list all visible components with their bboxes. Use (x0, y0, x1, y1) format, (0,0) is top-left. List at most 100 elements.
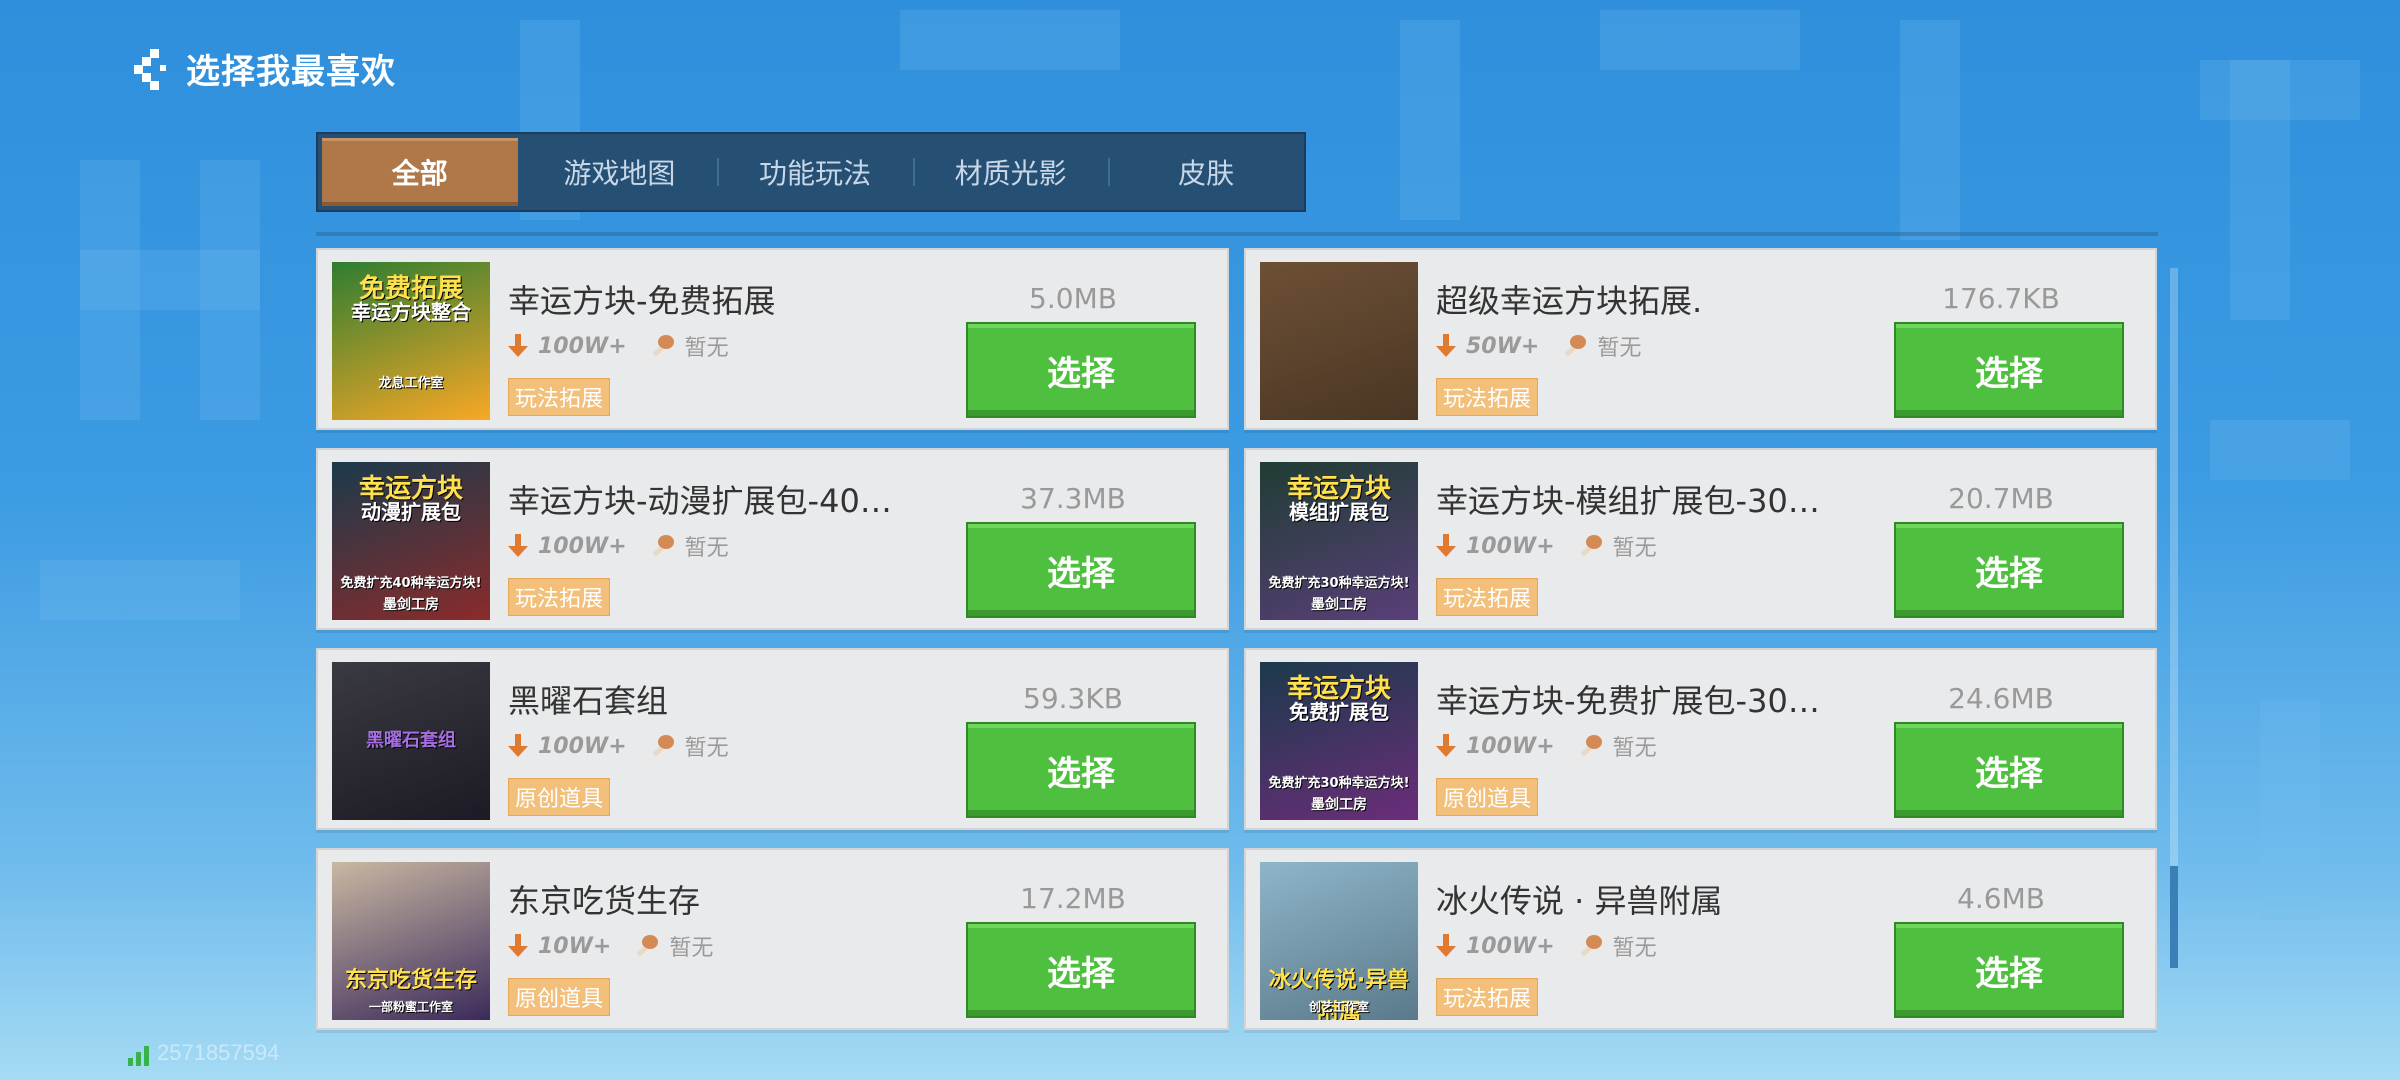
download-count: 50W+ (1466, 333, 1540, 359)
tab-all[interactable]: 全部 (322, 138, 518, 206)
resource-name: 冰火传说 · 异兽附属 (1436, 882, 1723, 920)
tab-skins[interactable]: 皮肤 (1108, 134, 1304, 210)
resource-card[interactable]: 东京吃货生存 一部粉蜜工作室 东京吃货生存 10W+ 暂无 原创道具 17.2MB 选择 (316, 848, 1229, 1030)
rating-text: 暂无 (684, 536, 729, 561)
thumbnail-text: 黑曜石套组 (366, 730, 456, 751)
thumbnail-text: 免费扩充30种幸运方块! (1268, 576, 1410, 591)
resource-meta: 50W+ 暂无 (1436, 330, 1641, 362)
resource-name: 幸运方块-免费拓展 (508, 282, 776, 320)
signal-icon (128, 1046, 149, 1066)
download-count: 100W+ (538, 733, 627, 759)
rating-text: 暂无 (684, 736, 729, 761)
resource-thumbnail: 幸运方块 免费扩展包 免费扩充30种幸运方块! 墨剑工房 (1260, 662, 1418, 820)
rating-text: 暂无 (1612, 736, 1657, 761)
back-arrow-icon[interactable] (130, 48, 170, 90)
thumbnail-text: 墨剑工房 (383, 597, 439, 613)
rating-drumstick-icon (653, 335, 675, 357)
category-tag: 玩法拓展 (1436, 378, 1539, 416)
resource-card[interactable]: 冰火传说·异兽附属 创艺工作室 冰火传说 · 异兽附属 100W+ 暂无 玩法拓展 4.6M… (1244, 848, 2157, 1030)
download-count: 100W+ (538, 333, 627, 359)
category-tabs: 全部 游戏地图 功能玩法 材质光影 皮肤 (316, 132, 1306, 212)
resource-card[interactable]: 超级幸运方块拓展. 50W+ 暂无 玩法拓展 176.7KB 选择 (1244, 248, 2157, 430)
resource-card[interactable]: 幸运方块 动漫扩展包 免费扩充40种幸运方块! 墨剑工房 幸运方块-动漫扩展包-40… 1… (316, 448, 1229, 630)
tab-gameplay[interactable]: 功能玩法 (717, 134, 913, 210)
download-count: 100W+ (1466, 733, 1555, 759)
resource-thumbnail: 免费拓展 幸运方块整合 龙息工作室 (332, 262, 490, 420)
select-button[interactable]: 选择 (966, 522, 1196, 618)
select-button[interactable]: 选择 (966, 722, 1196, 818)
resource-meta: 100W+ 暂无 (508, 730, 729, 762)
list-divider (316, 232, 2158, 236)
thumbnail-text: 免费扩充40种幸运方块! (340, 576, 482, 591)
download-arrow-icon (1436, 934, 1456, 958)
category-tag: 玩法拓展 (508, 578, 611, 616)
category-tag: 原创道具 (508, 778, 611, 816)
download-count: 100W+ (538, 533, 627, 559)
rating-text: 暂无 (684, 336, 729, 361)
file-size: 4.6MB (1957, 882, 2045, 915)
file-size: 37.3MB (1020, 482, 1126, 515)
download-arrow-icon (508, 734, 528, 758)
resource-card[interactable]: 黑曜石套组 黑曜石套组 100W+ 暂无 原创道具 59.3KB 选择 (316, 648, 1229, 830)
select-button[interactable]: 选择 (1894, 522, 2124, 618)
rating-drumstick-icon (1581, 935, 1603, 957)
scrollbar-thumb[interactable] (2170, 866, 2178, 968)
rating-drumstick-icon (637, 935, 659, 957)
rating-text: 暂无 (1597, 336, 1642, 361)
resource-thumbnail: 幸运方块 模组扩展包 免费扩充30种幸运方块! 墨剑工房 (1260, 462, 1418, 620)
file-size: 176.7KB (1942, 282, 2060, 315)
thumbnail-text: 模组扩展包 (1289, 500, 1389, 524)
select-button[interactable]: 选择 (966, 922, 1196, 1018)
resource-meta: 100W+ 暂无 (508, 530, 729, 562)
tab-textures-shaders[interactable]: 材质光影 (912, 134, 1109, 210)
resource-card[interactable]: 免费拓展 幸运方块整合 龙息工作室 幸运方块-免费拓展 100W+ 暂无 玩法拓展 5.0MB… (316, 248, 1229, 430)
category-tag: 原创道具 (508, 978, 611, 1016)
scrollbar-track[interactable] (2170, 268, 2178, 968)
resource-meta: 100W+ 暂无 (1436, 730, 1657, 762)
thumbnail-text: 免费扩展包 (1289, 700, 1389, 724)
file-size: 17.2MB (1020, 882, 1126, 915)
rating-drumstick-icon (653, 535, 675, 557)
resource-thumbnail: 幸运方块 动漫扩展包 免费扩充40种幸运方块! 墨剑工房 (332, 462, 490, 620)
file-size: 24.6MB (1948, 682, 2054, 715)
resource-name: 幸运方块-动漫扩展包-40… (508, 482, 892, 520)
resource-card[interactable]: 幸运方块 模组扩展包 免费扩充30种幸运方块! 墨剑工房 幸运方块-模组扩展包-30… 1… (1244, 448, 2157, 630)
download-arrow-icon (508, 934, 528, 958)
category-tag: 玩法拓展 (1436, 578, 1539, 616)
download-arrow-icon (508, 534, 528, 558)
download-arrow-icon (1436, 334, 1456, 358)
thumbnail-text: 墨剑工房 (1311, 597, 1367, 613)
thumbnail-text: 动漫扩展包 (361, 500, 461, 524)
file-size: 20.7MB (1948, 482, 2054, 515)
thumbnail-text: 免费扩充30种幸运方块! (1268, 776, 1410, 791)
rating-text: 暂无 (1612, 536, 1657, 561)
download-count: 10W+ (538, 933, 612, 959)
page-title: 选择我最喜欢 (186, 52, 396, 92)
download-arrow-icon (508, 334, 528, 358)
select-button[interactable]: 选择 (1894, 722, 2124, 818)
download-count: 100W+ (1466, 533, 1555, 559)
footer: 2571857594 (128, 1040, 279, 1066)
resource-meta: 100W+ 暂无 (508, 330, 729, 362)
header: 选择我最喜欢 (130, 44, 396, 93)
rating-drumstick-icon (1581, 535, 1603, 557)
thumbnail-text: 幸运方块整合 (351, 300, 471, 324)
rating-drumstick-icon (1581, 735, 1603, 757)
thumbnail-text: 龙息工作室 (378, 376, 444, 391)
resource-thumbnail (1260, 262, 1418, 420)
select-button[interactable]: 选择 (1894, 922, 2124, 1018)
download-arrow-icon (1436, 734, 1456, 758)
file-size: 59.3KB (1023, 682, 1123, 715)
download-count: 100W+ (1466, 933, 1555, 959)
select-button[interactable]: 选择 (1894, 322, 2124, 418)
category-tag: 原创道具 (1436, 778, 1539, 816)
thumbnail-text: 墨剑工房 (1311, 797, 1367, 813)
resource-name: 东京吃货生存 (508, 882, 701, 920)
resource-meta: 10W+ 暂无 (508, 930, 713, 962)
resource-thumbnail: 黑曜石套组 (332, 662, 490, 820)
rating-drumstick-icon (1565, 335, 1587, 357)
rating-drumstick-icon (653, 735, 675, 757)
tab-game-maps[interactable]: 游戏地图 (522, 134, 718, 210)
resource-card[interactable]: 幸运方块 免费扩展包 免费扩充30种幸运方块! 墨剑工房 幸运方块-免费扩展包-30… 1… (1244, 648, 2157, 830)
select-button[interactable]: 选择 (966, 322, 1196, 418)
